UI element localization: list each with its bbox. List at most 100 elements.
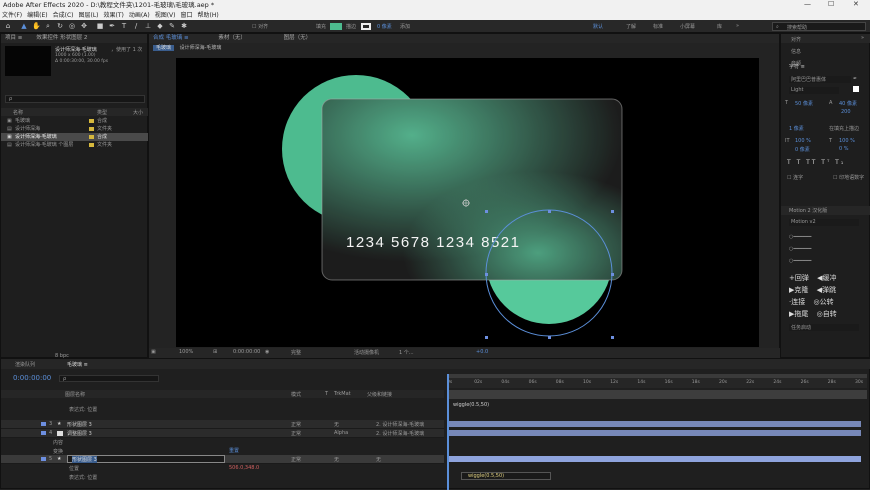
roto-tool-icon[interactable]: ✎ xyxy=(168,22,176,31)
col-t[interactable]: T xyxy=(325,391,328,397)
layer-trkmat[interactable]: 无 xyxy=(334,421,339,428)
menu-window[interactable]: 窗口 xyxy=(180,11,192,20)
col-name[interactable]: 名称 xyxy=(13,109,23,116)
layer-row[interactable]: 3 ★ 形状图层 3 正常 无 2. 设计师深海-毛玻璃 xyxy=(1,420,444,429)
stroke-width-value[interactable]: 0 像素 xyxy=(377,23,392,30)
selection-tool-icon[interactable]: ▲ xyxy=(20,22,28,31)
orbit-button[interactable]: ◎公转 xyxy=(813,298,833,306)
col-type[interactable]: 类型 xyxy=(97,109,107,116)
align-panel-tab[interactable]: 对齐 xyxy=(791,36,801,43)
motion-slider-1[interactable]: ○━━━━━━ xyxy=(789,234,811,240)
menu-edit[interactable]: 编辑(E) xyxy=(27,11,47,20)
timecode-display[interactable]: 0:00:00:00 xyxy=(233,349,260,355)
layer-trkmat[interactable]: Alpha xyxy=(334,430,348,436)
camera-select[interactable]: 活动摄像机 xyxy=(354,349,379,356)
effect-controls-tab[interactable]: 效果控件 形状图层 2 xyxy=(36,35,87,41)
fill-color-swatch[interactable] xyxy=(330,23,342,30)
col-trkmat[interactable]: TrkMat xyxy=(334,391,351,397)
menu-composition[interactable]: 合成(C) xyxy=(53,11,74,20)
motion-version-select[interactable]: Motion v2 xyxy=(789,219,859,226)
stroke-color-swatch[interactable] xyxy=(361,23,371,30)
timeline-comp-tab[interactable]: 毛玻璃 ≡ xyxy=(67,361,88,368)
menu-view[interactable]: 视图(V) xyxy=(155,11,176,20)
project-tab[interactable]: 项目 ≡ xyxy=(5,35,22,41)
workspace-learn[interactable]: 了解 xyxy=(626,23,636,30)
layer-trkmat[interactable]: 无 xyxy=(334,456,339,463)
comp-viewer[interactable]: 1234 5678 1234 8521 xyxy=(176,58,759,347)
hand-tool-icon[interactable]: ✋ xyxy=(32,22,41,31)
close-button[interactable]: ✕ xyxy=(853,0,859,11)
trail-button[interactable]: ▶拖尾 xyxy=(789,310,808,318)
jump-button[interactable]: ◀弹跳 xyxy=(817,286,836,294)
menu-effect[interactable]: 效果(T) xyxy=(104,11,124,20)
menu-layer[interactable]: 图层(L) xyxy=(79,11,99,20)
list-item-selected[interactable]: ▣ 设计师深海-毛玻璃 合成 xyxy=(1,133,149,141)
snapshot-icon[interactable]: ◉ xyxy=(265,349,269,355)
panel-menu-icon[interactable]: » xyxy=(861,35,864,41)
rectangle-tool-icon[interactable]: ■ xyxy=(96,22,104,31)
zoom-level[interactable]: 100% xyxy=(179,349,193,355)
task-select[interactable]: 任务启动 xyxy=(789,324,859,331)
workspace-default[interactable]: 默认 xyxy=(593,23,603,30)
pan-behind-tool-icon[interactable]: ✥ xyxy=(80,22,88,31)
layer-mode[interactable]: 正常 xyxy=(291,456,301,463)
info-panel-tab[interactable]: 信息 xyxy=(791,48,801,55)
reset-link[interactable]: 重置 xyxy=(229,447,239,454)
minimize-button[interactable]: — xyxy=(804,0,811,11)
motion-slider-3[interactable]: ○━━━━━━ xyxy=(789,258,811,264)
menu-file[interactable]: 文件(F) xyxy=(2,11,22,20)
motion-slider-2[interactable]: ○━━━━━━ xyxy=(789,246,811,252)
timeline-timecode[interactable]: 0:00:00:00 xyxy=(13,374,51,382)
eyedropper-icon[interactable]: ✒ xyxy=(853,76,857,82)
zoom-tool-icon[interactable]: ⌕ xyxy=(44,22,52,31)
layer-bar[interactable] xyxy=(449,421,861,427)
layer-name-edit[interactable]: 形状图层 3 xyxy=(67,455,225,463)
stroke-mode-select[interactable]: 在填充上描边 xyxy=(829,125,859,132)
text-fill-swatch[interactable] xyxy=(853,86,859,92)
menu-help[interactable]: 帮助(H) xyxy=(198,11,219,20)
list-item[interactable]: ▣ 毛玻璃 合成 xyxy=(1,117,149,125)
tracking-value[interactable]: 200 xyxy=(841,109,851,115)
character-panel-tab[interactable]: 字符 ≡ xyxy=(789,63,805,70)
puppet-tool-icon[interactable]: ✱ xyxy=(180,22,188,31)
font-style-select[interactable]: Light xyxy=(789,87,839,94)
eraser-tool-icon[interactable]: ◆ xyxy=(156,22,164,31)
layer-row[interactable]: 4 调整图层 3 正常 Alpha 2. 设计师深海-毛玻璃 xyxy=(1,429,444,438)
bounce-button[interactable]: +回弹 xyxy=(789,274,809,282)
layer-tab[interactable]: 图层（无） xyxy=(284,35,312,41)
add-label[interactable]: 添加 xyxy=(400,23,410,30)
vertical-scale-value[interactable]: 100 % xyxy=(795,138,811,144)
help-search-input[interactable]: 搜索帮助 ⌕ xyxy=(772,22,866,31)
breadcrumb-precomp[interactable]: 设计师深海-毛玻璃 xyxy=(180,45,222,51)
col-layer-name[interactable]: 图层名称 xyxy=(65,391,85,398)
layer-mode[interactable]: 正常 xyxy=(291,430,301,437)
layer-parent[interactable]: 无 xyxy=(376,456,381,463)
font-size-value[interactable]: 50 像素 xyxy=(795,100,813,107)
timeline-search-input[interactable]: ρ xyxy=(59,375,159,382)
col-size[interactable]: 大小 xyxy=(133,109,143,116)
tsume-value[interactable]: 0 % xyxy=(839,146,849,152)
horizontal-scale-value[interactable]: 100 % xyxy=(839,138,855,144)
breadcrumb-current[interactable]: 毛玻璃 xyxy=(153,45,175,51)
always-preview-icon[interactable]: ▣ xyxy=(151,349,156,355)
hindi-checkbox[interactable]: ☐ 印地语数字 xyxy=(833,174,864,181)
maximize-button[interactable]: ☐ xyxy=(828,0,834,11)
work-area-bar[interactable] xyxy=(447,374,867,378)
text-style-buttons[interactable]: T T TT Tᵀ T₁ xyxy=(787,159,845,166)
layer-parent[interactable]: 2. 设计师深海-毛玻璃 xyxy=(376,430,424,437)
home-icon[interactable]: ⌂ xyxy=(4,22,12,31)
views-select[interactable]: 1 个... xyxy=(399,349,414,356)
expression-text-1[interactable]: wiggle(0.5,50) xyxy=(453,402,489,408)
ligature-checkbox[interactable]: ☐ 连字 xyxy=(787,174,803,181)
layer-parent[interactable]: 2. 设计师深海-毛玻璃 xyxy=(376,421,424,428)
workspace-more-icon[interactable]: » xyxy=(736,23,739,29)
col-parent[interactable]: 父级和链接 xyxy=(367,391,392,398)
comp-tab[interactable]: 合成 毛玻璃 ≡ xyxy=(153,35,189,41)
spin-button[interactable]: ◎自转 xyxy=(817,310,837,318)
layer-bar[interactable] xyxy=(449,430,861,436)
leading-value[interactable]: 40 像素 xyxy=(839,100,857,107)
position-value[interactable]: 506.0,348.0 xyxy=(229,465,259,471)
exposure-value[interactable]: +0.0 xyxy=(476,349,488,355)
workspace-standard[interactable]: 标准 xyxy=(653,23,663,30)
baseline-value[interactable]: 0 像素 xyxy=(795,146,810,153)
